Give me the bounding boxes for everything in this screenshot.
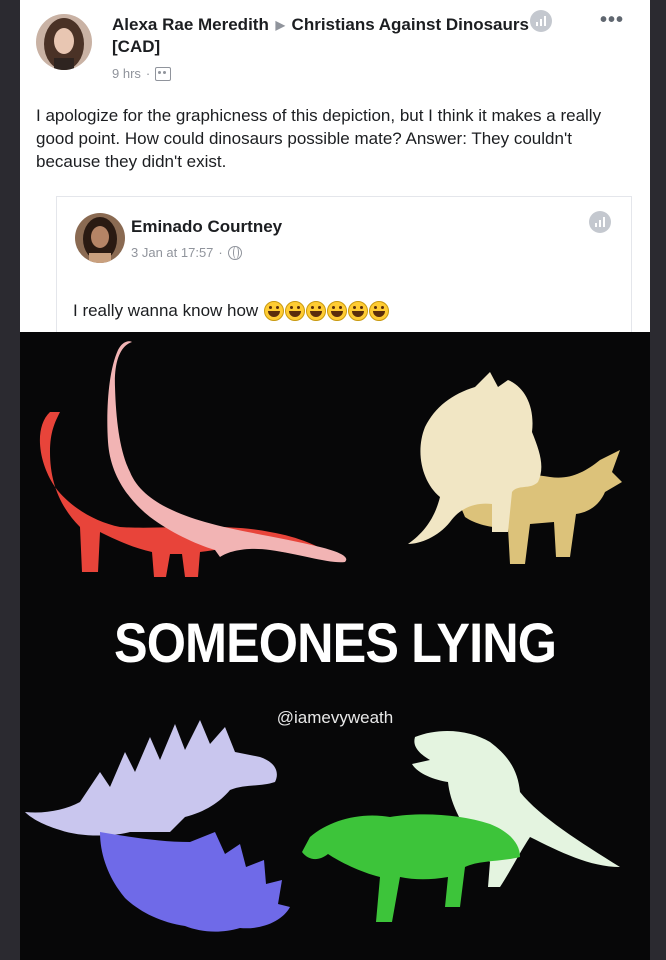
author-name-link[interactable]: Alexa Rae Meredith bbox=[112, 15, 269, 34]
shared-post[interactable]: Eminado Courtney 3 Jan at 17:57 · I real… bbox=[56, 196, 632, 333]
insights-icon[interactable] bbox=[530, 10, 552, 32]
meme-image[interactable]: SOMEONES LYING @iamevyweath bbox=[20, 332, 650, 960]
laughing-emoji-icon bbox=[348, 301, 369, 321]
meme-headline: SOMEONES LYING bbox=[113, 611, 557, 674]
post-body-text: I apologize for the graphicness of this … bbox=[36, 106, 602, 171]
shared-author-name[interactable]: Eminado Courtney bbox=[131, 217, 282, 237]
post-timestamp[interactable]: 9 hrs bbox=[112, 66, 141, 81]
post-header-title: Alexa Rae Meredith ▶ Christians Against … bbox=[112, 14, 532, 58]
laughing-emoji-icon bbox=[264, 301, 285, 321]
post-meta: 9 hrs · bbox=[112, 66, 172, 81]
stegosaurus-bottom-icon bbox=[100, 832, 290, 932]
laughing-emoji-icon bbox=[327, 301, 348, 321]
emoji-row bbox=[264, 301, 390, 321]
laughing-emoji-icon bbox=[306, 301, 327, 321]
globe-icon bbox=[227, 245, 242, 260]
right-border bbox=[650, 0, 666, 960]
stegosaurus-top-icon bbox=[25, 720, 277, 836]
shared-meta: 3 Jan at 17:57 · bbox=[131, 245, 242, 260]
facebook-post: Alexa Rae Meredith ▶ Christians Against … bbox=[20, 0, 650, 333]
group-audience-icon bbox=[155, 66, 172, 81]
shared-insights-icon[interactable] bbox=[589, 211, 611, 233]
meta-dot: · bbox=[218, 245, 223, 260]
laughing-emoji-icon bbox=[285, 301, 306, 321]
shared-timestamp[interactable]: 3 Jan at 17:57 bbox=[131, 245, 213, 260]
meta-dot: · bbox=[145, 66, 151, 81]
shared-author-avatar[interactable] bbox=[75, 213, 125, 263]
author-avatar[interactable] bbox=[36, 14, 92, 70]
shared-body: I really wanna know how bbox=[73, 301, 390, 321]
left-border bbox=[0, 0, 20, 960]
shared-body-text: I really wanna know how bbox=[73, 301, 259, 320]
share-arrow-icon: ▶ bbox=[275, 18, 285, 32]
trex-bottom-icon bbox=[302, 814, 520, 922]
meme-handle: @iamevyweath bbox=[276, 708, 394, 727]
more-options-icon[interactable]: ••• bbox=[600, 10, 624, 30]
laughing-emoji-icon bbox=[369, 301, 390, 321]
